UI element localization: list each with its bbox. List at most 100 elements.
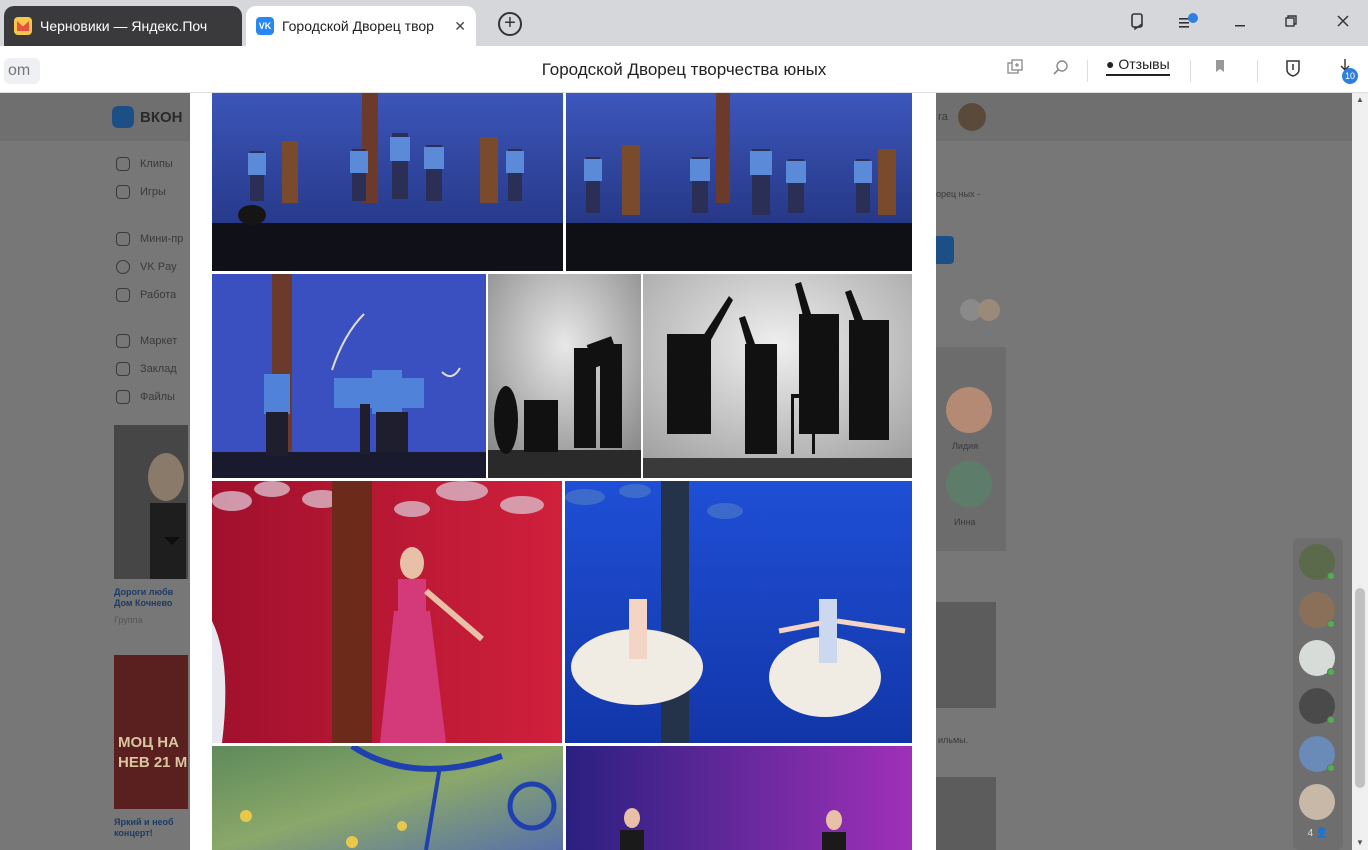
sidebar-item-files[interactable]: Файлы <box>116 390 175 404</box>
address-bar: om Городской Дворец творчества юных ● От… <box>0 46 1368 93</box>
sidebar-item-label: Мини-пр <box>140 233 184 245</box>
album-photo[interactable] <box>488 274 641 478</box>
album-photo[interactable] <box>566 93 912 271</box>
scroll-down-icon[interactable]: ▼ <box>1352 836 1368 850</box>
sidebar-item-vkpay[interactable]: VK Pay <box>116 260 177 274</box>
video-thumbnail[interactable] <box>936 777 996 850</box>
cossack-dance-photo <box>212 93 563 271</box>
online-indicator <box>1327 764 1335 772</box>
new-tab-button[interactable]: + <box>498 12 522 36</box>
work-icon <box>116 288 130 302</box>
bookmarks-icon <box>116 362 130 376</box>
sidebar-item-label: VK Pay <box>140 261 177 273</box>
group-snippet-text: орец ных - <box>936 189 981 199</box>
tab-vk-palace[interactable]: VK Городской Дворец твор ✕ <box>246 6 476 46</box>
cossack-dance-photo <box>566 93 912 271</box>
user-name-fragment: га <box>938 111 948 123</box>
sidebar-item-clips[interactable]: Клипы <box>116 157 173 171</box>
sidebar-item-market[interactable]: Маркет <box>116 334 177 348</box>
collections-icon[interactable] <box>1125 12 1149 36</box>
friend-avatar[interactable] <box>946 387 992 433</box>
photo-album-viewer <box>190 93 936 850</box>
friend-name[interactable]: Лидия <box>952 441 978 451</box>
films-text: ильмы. <box>938 735 969 745</box>
mail-icon <box>14 17 32 35</box>
album-photo[interactable] <box>212 746 563 850</box>
zoom-icon[interactable] <box>1050 58 1072 80</box>
online-indicator <box>1327 572 1335 580</box>
promo-title-2[interactable]: Яркий и необ концерт! <box>114 817 188 839</box>
promo-title[interactable]: Дороги любв Дом Кочнево <box>114 587 188 609</box>
two-singers-photo <box>566 746 912 850</box>
online-indicator <box>1327 620 1335 628</box>
sidebar-item-label: Заклад <box>140 363 177 375</box>
album-photo[interactable] <box>212 93 563 271</box>
market-icon <box>116 334 130 348</box>
online-indicator <box>1327 668 1335 676</box>
bookmark-icon[interactable] <box>1209 58 1231 80</box>
chat-bubble-icon: ● <box>1106 56 1115 72</box>
promo-banner-text: МОЦ НА НЕВ 21 М <box>118 734 188 771</box>
minimize-icon[interactable] <box>1228 12 1252 36</box>
user-avatar[interactable] <box>958 103 986 131</box>
tab-title: Черновики — Яндекс.Поч <box>40 18 208 34</box>
restore-icon[interactable] <box>1279 12 1303 36</box>
close-window-icon[interactable] <box>1331 12 1355 36</box>
translate-icon[interactable] <box>1004 58 1026 80</box>
reviews-button[interactable]: ● Отзывы <box>1106 56 1170 76</box>
menu-icon[interactable] <box>1177 12 1201 36</box>
tab-strip: Черновики — Яндекс.Поч VK Городской Двор… <box>0 0 1368 46</box>
album-photo[interactable] <box>643 274 912 478</box>
tab-yandex-mail[interactable]: Черновики — Яндекс.Поч <box>4 6 242 46</box>
singer-photo <box>212 481 562 743</box>
sidebar-item-bookmarks[interactable]: Заклад <box>116 362 177 376</box>
games-icon <box>116 185 130 199</box>
album-photo[interactable] <box>212 481 562 743</box>
vk-icon: VK <box>256 17 274 35</box>
subscribe-button[interactable] <box>936 236 954 264</box>
follower-avatar[interactable] <box>978 299 1000 321</box>
protect-icon[interactable] <box>1282 58 1304 80</box>
downloads-badge: 10 <box>1342 68 1358 84</box>
friend-avatar[interactable] <box>1299 784 1335 820</box>
scroll-up-icon[interactable]: ▲ <box>1352 93 1368 107</box>
reviews-label: Отзывы <box>1118 56 1170 72</box>
friend-name[interactable]: Инна <box>954 517 975 527</box>
shadow-theatre-photo <box>488 274 641 478</box>
toolbar-separator <box>1190 60 1191 82</box>
vk-logo-text: ВКОН <box>140 108 183 126</box>
friend-avatar[interactable] <box>946 461 992 507</box>
scroll-thumb[interactable] <box>1355 588 1365 788</box>
online-friends-panel: 4 👤 <box>1293 538 1343 850</box>
sidebar-item-label: Клипы <box>140 158 173 170</box>
sidebar-item-work[interactable]: Работа <box>116 288 176 302</box>
sabre-dance-photo <box>212 274 486 478</box>
close-tab-icon[interactable]: ✕ <box>454 18 466 35</box>
files-icon <box>116 390 130 404</box>
promo-banner[interactable]: МОЦ НА НЕВ 21 М <box>114 655 188 809</box>
sidebar-item-label: Маркет <box>140 335 178 347</box>
vkpay-icon <box>116 260 130 274</box>
album-photo[interactable] <box>212 274 486 478</box>
friends-block: Лидия Инна <box>936 347 1006 551</box>
ballet-photo <box>565 481 912 743</box>
sidebar-item-games[interactable]: Игры <box>116 185 166 199</box>
sidebar-item-label: Работа <box>140 289 177 301</box>
sidebar-item-miniapps[interactable]: Мини-пр <box>116 232 183 246</box>
video-thumbnail[interactable] <box>936 602 996 708</box>
album-photo[interactable] <box>566 746 912 850</box>
online-indicator <box>1327 716 1335 724</box>
apps-icon <box>116 232 130 246</box>
promo-image[interactable] <box>114 425 188 579</box>
vk-logo-icon <box>112 106 134 128</box>
shadow-theatre-photo <box>643 274 912 478</box>
page-scrollbar[interactable]: ▲ ▼ <box>1352 93 1368 850</box>
toolbar-separator <box>1257 60 1258 82</box>
toolbar-separator <box>1087 60 1088 82</box>
online-friends-count[interactable]: 4 👤 <box>1293 828 1343 839</box>
vk-logo[interactable]: ВКОН <box>112 106 183 128</box>
tab-title: Городской Дворец твор <box>282 18 434 34</box>
sidebar-item-label: Игры <box>140 186 166 198</box>
album-photo[interactable] <box>565 481 912 743</box>
colorful-stage-photo <box>212 746 563 850</box>
